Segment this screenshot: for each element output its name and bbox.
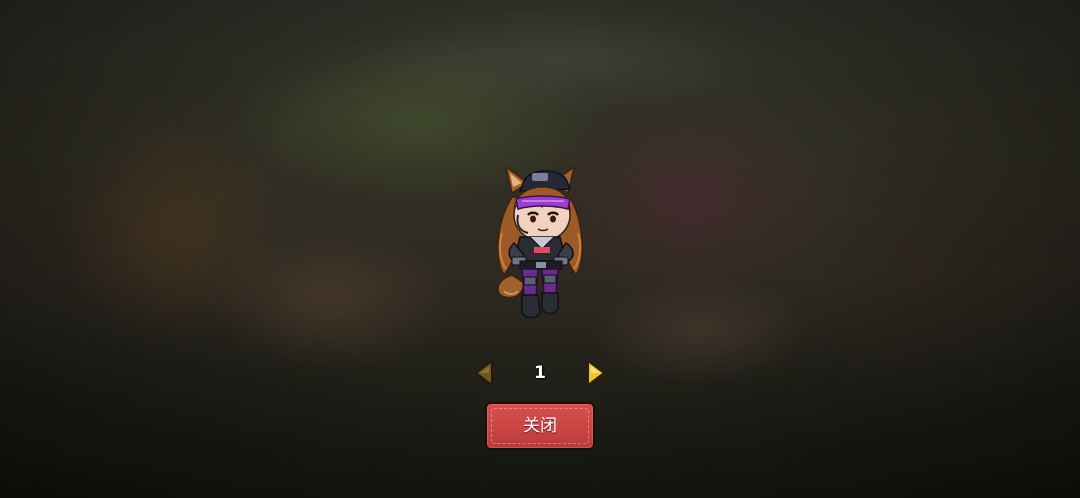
next-page-button[interactable] xyxy=(584,359,608,387)
close-button[interactable]: 关闭 xyxy=(485,402,595,450)
previous-page-button[interactable] xyxy=(472,359,496,387)
chibi-character-icon xyxy=(497,165,583,319)
close-button-label: 关闭 xyxy=(523,416,557,436)
triangle-right-icon xyxy=(587,360,605,386)
character-portrait xyxy=(490,163,590,323)
page-selector: 1 xyxy=(470,357,610,389)
triangle-left-icon xyxy=(475,360,493,386)
page-number: 1 xyxy=(534,363,546,383)
